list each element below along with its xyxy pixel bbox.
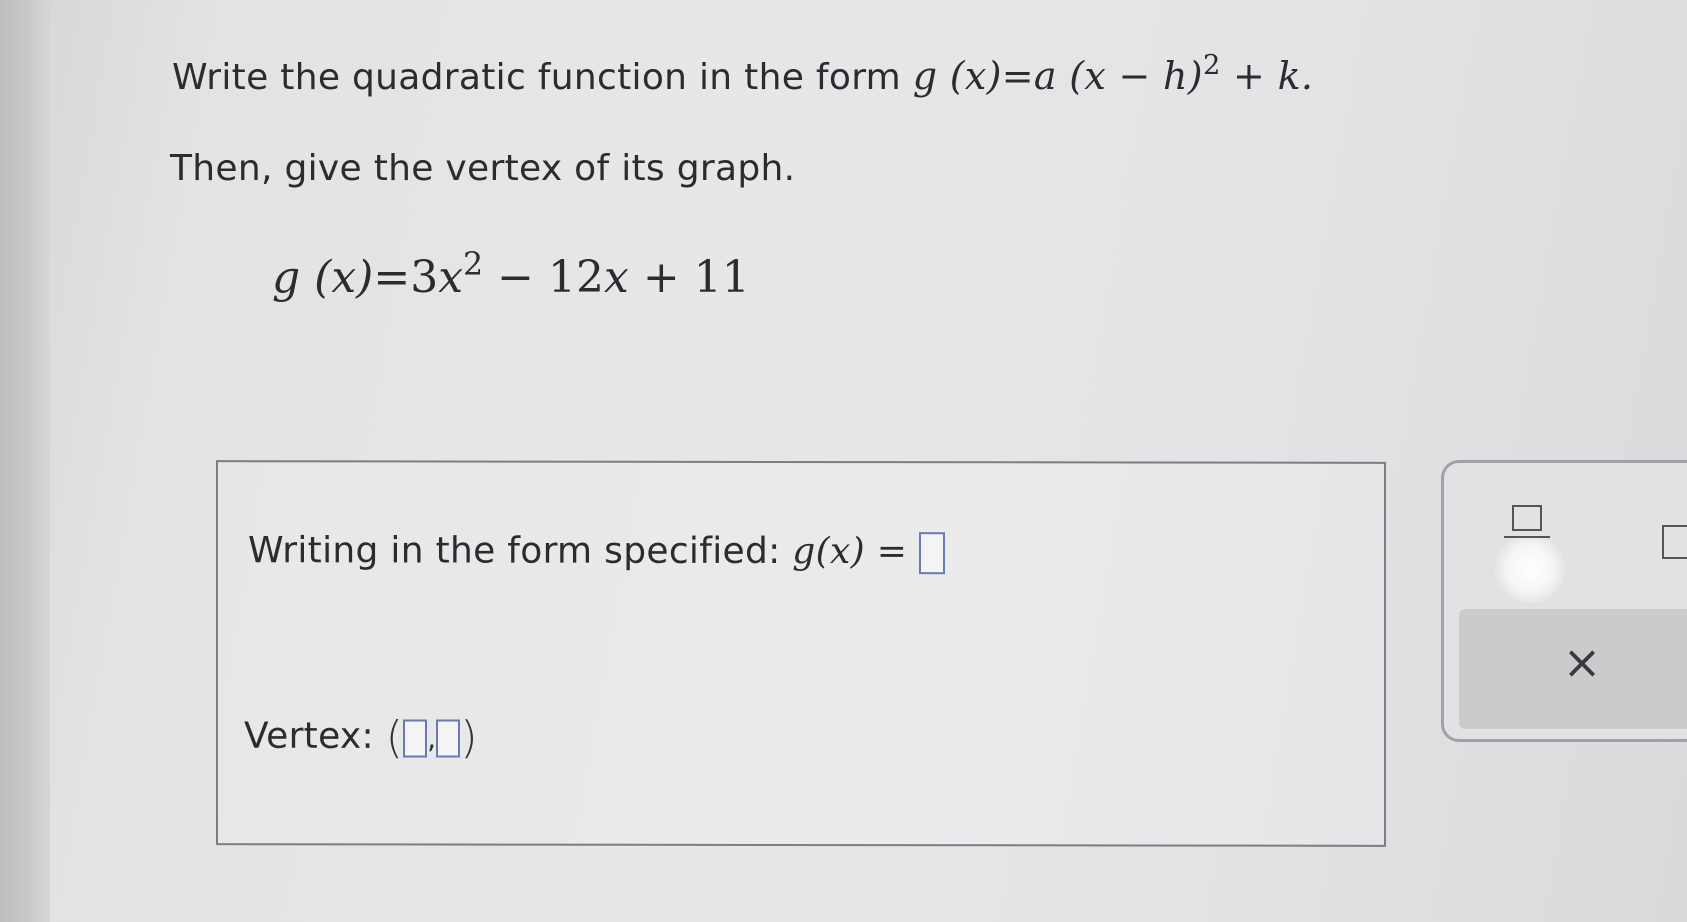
vertex-open-paren: ( [385, 712, 404, 764]
vertex-answer-row: Vertex: (,) [244, 712, 478, 763]
given-linear-var: x [604, 252, 629, 303]
form-a: a [1033, 54, 1057, 98]
form-exponent: 2 [1202, 49, 1221, 81]
target-form: g (x)=a (x − h)2 + k. [912, 50, 1314, 98]
question-line-1: Write the quadratic function in the form… [172, 50, 1314, 98]
given-constant: + 11 [642, 252, 750, 303]
form-answer-row: Writing in the form specified: g(x) = [248, 530, 945, 575]
question-prefix: Write the quadratic function in the form [172, 57, 902, 98]
vertex-y-input[interactable] [436, 718, 461, 758]
form-lhs: g (x) [912, 54, 1002, 98]
form-equals: = [1001, 54, 1034, 98]
answer-equals: = [876, 531, 908, 573]
given-coef: 3 [410, 252, 439, 303]
given-function: g (x)=3x2 − 12x + 11 [272, 247, 750, 303]
form-answer-input[interactable] [918, 532, 945, 575]
vertex-comma: , [427, 721, 437, 755]
fraction-numerator-icon [1512, 505, 1542, 531]
left-edge-shadow [0, 0, 50, 922]
given-equals: = [373, 252, 411, 303]
answer-func-arg: (x) [815, 531, 865, 573]
fraction-button[interactable] [1490, 503, 1570, 603]
fraction-bar-icon [1504, 536, 1550, 538]
clear-button[interactable]: × [1559, 639, 1605, 685]
vertex-label: Vertex: [244, 715, 374, 757]
given-linear-coef: − 12 [497, 252, 605, 303]
math-keypad: × [1441, 460, 1687, 742]
form-answer-label: Writing in the form specified: [248, 530, 781, 572]
keypad-action-area: × [1459, 609, 1687, 729]
answer-func-name: g [792, 530, 816, 573]
given-lhs: g (x) [272, 252, 374, 303]
answer-box: Writing in the form specified: g(x) = Ve… [216, 460, 1386, 847]
given-var: x [438, 252, 464, 303]
question-line-2: Then, give the vertex of its graph. [170, 148, 796, 189]
form-paren: (x − h) [1069, 54, 1203, 98]
vertex-x-input[interactable] [403, 718, 428, 757]
vertex-close-paren: ) [460, 712, 478, 764]
square-bracket-button[interactable] [1662, 525, 1687, 559]
fraction-button-highlight [1494, 535, 1566, 603]
form-tail: + k. [1233, 54, 1314, 98]
given-exponent: 2 [463, 246, 484, 283]
